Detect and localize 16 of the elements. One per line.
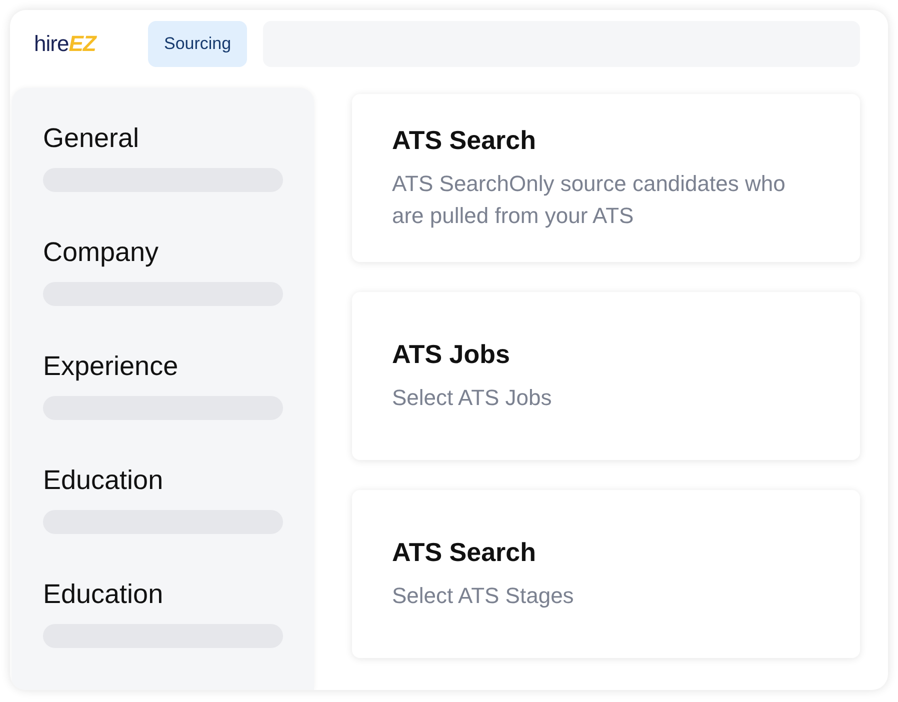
card-title: ATS Search <box>392 536 538 568</box>
card-description: Select ATS Stages <box>392 582 575 610</box>
card-description: ATS SearchOnly source candidates who are pulled from your ATS <box>392 170 786 230</box>
option-card[interactable]: ATS Search ATS SearchOnly source candidates who are pulled from your ATS <box>352 94 860 262</box>
card-title: ATS Search <box>392 124 538 156</box>
card-title: ATS Jobs <box>392 338 511 370</box>
logo: hireEZ <box>34 31 98 57</box>
option-card[interactable]: ATS Jobs Select ATS Jobs <box>352 292 860 460</box>
section-label: Company <box>43 236 160 269</box>
section-label: General <box>43 122 140 155</box>
option-card[interactable]: ATS Search Select ATS Stages <box>352 490 860 658</box>
section-label: Education <box>43 578 164 611</box>
section-label: Experience <box>43 350 180 383</box>
section-label: Education <box>43 464 164 497</box>
card-description: Select ATS Jobs <box>392 384 553 412</box>
sourcing-tab[interactable]: Sourcing <box>148 21 248 67</box>
